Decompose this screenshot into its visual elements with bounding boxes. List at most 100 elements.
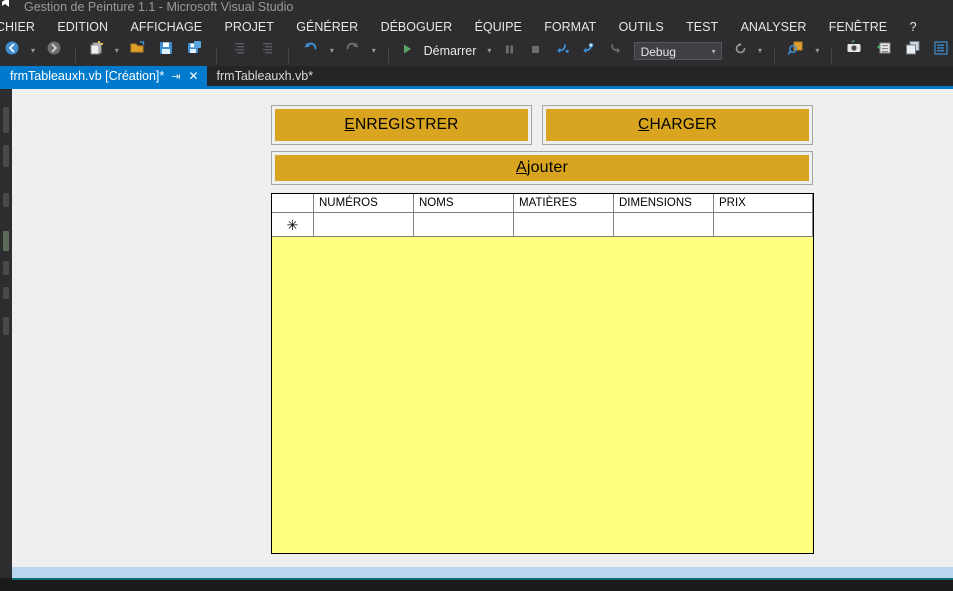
table-row[interactable]: ✳ bbox=[272, 213, 813, 237]
enregistrer-button[interactable]: ENREGISTRER bbox=[271, 105, 532, 145]
charger-button[interactable]: CHARGER bbox=[542, 105, 813, 145]
grid-empty-area bbox=[272, 237, 813, 553]
decrease-indent-icon bbox=[255, 38, 279, 64]
menu-bar: CHIER EDITION AFFICHAGE PROJET GÉNÉRER D… bbox=[0, 17, 953, 38]
start-play-icon[interactable] bbox=[398, 38, 416, 64]
visual-studio-window: Gestion de Peinture 1.1 - Microsoft Visu… bbox=[0, 0, 953, 591]
new-item-chevron-down-icon[interactable]: ▾ bbox=[112, 38, 121, 64]
grid-cell-dimensions[interactable] bbox=[614, 213, 714, 236]
grid-cell-noms[interactable] bbox=[414, 213, 514, 236]
solution-configuration-value: Debug bbox=[640, 45, 676, 59]
toolbar-separator bbox=[831, 47, 833, 63]
start-chevron-down-icon[interactable]: ▾ bbox=[485, 38, 494, 64]
dock-tab[interactable] bbox=[3, 193, 9, 207]
menu-item-fenetre[interactable]: FENÊTRE bbox=[820, 17, 896, 38]
accel-char: E bbox=[344, 116, 355, 133]
dock-tab[interactable] bbox=[3, 287, 9, 299]
tab-label: frmTableauxh.vb* bbox=[216, 69, 314, 83]
ajouter-button[interactable]: Ajouter bbox=[271, 151, 813, 185]
screenshot-camera-icon[interactable] bbox=[842, 38, 868, 64]
grid-cell-numeros[interactable] bbox=[314, 213, 414, 236]
step-over-icon[interactable] bbox=[578, 38, 600, 64]
step-into-icon[interactable] bbox=[551, 38, 573, 64]
form-designer-surface[interactable]: ENREGISTRER CHARGER Ajouter NUMÉROS NOMS… bbox=[12, 89, 953, 567]
navigate-back-chevron-down-icon[interactable]: ▾ bbox=[28, 38, 37, 64]
tab-frmtableauxh-code[interactable]: frmTableauxh.vb* bbox=[206, 66, 324, 86]
object-browser-icon[interactable] bbox=[901, 38, 925, 64]
grid-column-header-matieres[interactable]: MATIÈRES bbox=[514, 194, 614, 212]
menu-item-generer[interactable]: GÉNÉRER bbox=[287, 17, 367, 38]
data-grid-view[interactable]: NUMÉROS NOMS MATIÈRES DIMENSIONS PRIX ✳ bbox=[271, 193, 814, 554]
ajouter-button-label: Ajouter bbox=[515, 159, 569, 176]
solution-configuration-select[interactable]: Debug ▾ bbox=[633, 42, 722, 60]
toolbar-separator bbox=[387, 47, 389, 63]
visual-studio-logo-icon bbox=[0, 0, 20, 16]
grid-row-header-corner[interactable] bbox=[272, 194, 314, 212]
properties-window-icon[interactable] bbox=[872, 38, 896, 64]
task-list-icon[interactable] bbox=[929, 38, 953, 64]
collapsed-tool-window-strip[interactable] bbox=[0, 89, 12, 591]
menu-item-deboguer[interactable]: DÉBOGUER bbox=[372, 17, 462, 38]
accel-char: C bbox=[638, 116, 650, 133]
dock-tab[interactable] bbox=[3, 317, 9, 335]
quick-find-icon[interactable] bbox=[784, 38, 808, 64]
save-icon[interactable] bbox=[154, 38, 178, 64]
tab-label: frmTableauxh.vb [Création]* bbox=[10, 69, 165, 83]
menu-item-fichier[interactable]: CHIER bbox=[0, 17, 44, 38]
chevron-down-icon: ▾ bbox=[711, 47, 716, 56]
toolbar-separator bbox=[288, 47, 290, 63]
standard-toolbar: ▾ ▾ ▾ ▾ Démarrer ▾ Debug ▾ ▾ ▾ bbox=[0, 38, 953, 64]
navigate-back-icon[interactable] bbox=[0, 38, 24, 64]
navigate-forward-icon[interactable] bbox=[42, 38, 66, 64]
new-item-icon[interactable] bbox=[86, 38, 108, 64]
status-bar-area bbox=[0, 578, 953, 591]
grid-column-header-numeros[interactable]: NUMÉROS bbox=[314, 194, 414, 212]
grid-cell-matieres[interactable] bbox=[514, 213, 614, 236]
grid-new-row-marker[interactable]: ✳ bbox=[272, 213, 314, 236]
redo-icon[interactable] bbox=[341, 38, 365, 64]
grid-column-header-noms[interactable]: NOMS bbox=[414, 194, 514, 212]
refresh-icon[interactable] bbox=[729, 38, 751, 64]
title-bar: Gestion de Peinture 1.1 - Microsoft Visu… bbox=[0, 0, 953, 17]
increase-indent-icon bbox=[227, 38, 251, 64]
menu-item-projet[interactable]: PROJET bbox=[216, 17, 283, 38]
grid-column-header-dimensions[interactable]: DIMENSIONS bbox=[614, 194, 714, 212]
undo-chevron-down-icon[interactable]: ▾ bbox=[327, 38, 336, 64]
dock-tab[interactable] bbox=[3, 261, 9, 275]
step-out-icon bbox=[604, 38, 626, 64]
menu-item-format[interactable]: FORMAT bbox=[535, 17, 605, 38]
toolbar-separator bbox=[75, 47, 77, 63]
grid-header-row: NUMÉROS NOMS MATIÈRES DIMENSIONS PRIX bbox=[272, 194, 813, 213]
status-bar-accent bbox=[12, 578, 953, 580]
close-icon[interactable]: ✕ bbox=[185, 66, 200, 86]
menu-item-outils[interactable]: OUTILS bbox=[610, 17, 673, 38]
save-all-icon[interactable] bbox=[183, 38, 207, 64]
accel-char: A bbox=[515, 159, 527, 176]
toolbar-separator bbox=[773, 47, 775, 63]
menu-item-analyser[interactable]: ANALYSER bbox=[732, 17, 816, 38]
dock-tab[interactable] bbox=[3, 107, 9, 133]
quick-find-chevron-down-icon[interactable]: ▾ bbox=[813, 38, 822, 64]
pin-icon[interactable]: ⇥ bbox=[164, 67, 185, 86]
designer-horizontal-scrollbar[interactable] bbox=[12, 567, 953, 578]
menu-item-equipe[interactable]: ÉQUIPE bbox=[466, 17, 531, 38]
redo-chevron-down-icon[interactable]: ▾ bbox=[369, 38, 378, 64]
undo-icon[interactable] bbox=[299, 38, 323, 64]
dock-tab[interactable] bbox=[3, 231, 9, 251]
grid-cell-prix[interactable] bbox=[714, 213, 813, 236]
start-button-label[interactable]: Démarrer bbox=[421, 38, 481, 64]
menu-item-affichage[interactable]: AFFICHAGE bbox=[122, 17, 212, 38]
tab-frmtableauxh-design[interactable]: frmTableauxh.vb [Création]* ⇥ ✕ bbox=[0, 66, 207, 86]
menu-item-help[interactable]: ? bbox=[901, 17, 926, 38]
dock-tab[interactable] bbox=[3, 145, 9, 167]
menu-item-edition[interactable]: EDITION bbox=[48, 17, 117, 38]
stop-icon bbox=[525, 38, 547, 64]
charger-button-label: CHARGER bbox=[638, 116, 717, 133]
toolbar-separator bbox=[216, 47, 218, 63]
refresh-chevron-down-icon[interactable]: ▾ bbox=[755, 38, 764, 64]
pause-icon bbox=[498, 38, 520, 64]
open-file-icon[interactable] bbox=[126, 38, 150, 64]
menu-item-test[interactable]: TEST bbox=[677, 17, 727, 38]
window-title: Gestion de Peinture 1.1 - Microsoft Visu… bbox=[24, 0, 294, 14]
grid-column-header-prix[interactable]: PRIX bbox=[714, 194, 813, 212]
